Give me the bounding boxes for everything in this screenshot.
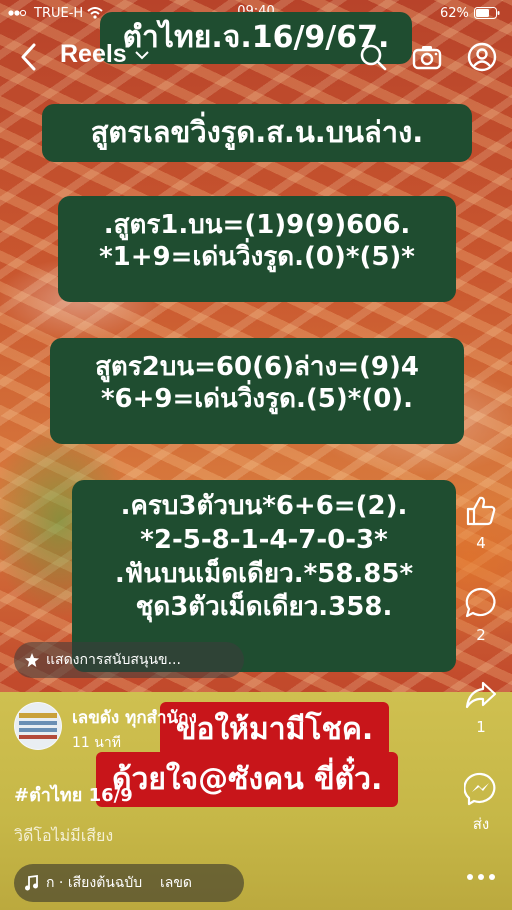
like-button[interactable]: 4	[458, 494, 504, 552]
support-button[interactable]: แสดงการสนับสนุนข...	[14, 642, 244, 678]
profile-icon	[467, 42, 497, 72]
thumbs-up-icon	[466, 496, 496, 526]
send-label: ส่ง	[472, 815, 490, 833]
share-button[interactable]: 1	[458, 678, 504, 736]
overlay-title-text: ตำไทย.จ.16/9/67.	[122, 20, 390, 55]
formula-box-2: สูตร2บน=60(6)ล่าง=(9)4 *6+9=เด่นวิ่งรูด.…	[50, 338, 464, 444]
formula-2-line-2: *6+9=เด่นวิ่งรูด.(5)*(0).	[100, 383, 414, 414]
formula-1-line-2: *1+9=เด่นวิ่งรูด.(0)*(5)*	[99, 241, 415, 272]
more-dots-icon	[467, 874, 495, 880]
signal-icon	[8, 9, 30, 17]
post-caption[interactable]: #ตำไทย 16/9	[14, 780, 133, 809]
profile-button[interactable]	[465, 40, 499, 74]
battery-percent: 62%	[440, 5, 469, 21]
comment-count: 2	[476, 626, 486, 644]
camera-button[interactable]	[410, 40, 444, 74]
formula-3-line-4: ชุด3ตัวเม็ดเดียว.358.	[135, 592, 393, 623]
status-battery: 62%	[440, 4, 500, 22]
camera-icon	[412, 46, 442, 70]
back-button[interactable]	[12, 40, 46, 74]
post-time: 11 นาที	[72, 735, 121, 751]
send-button[interactable]: ส่ง	[458, 772, 504, 836]
overlay-heading-text: สูตรเลขวิ่งรูด.ส.น.บนล่าง.	[90, 115, 424, 149]
header-title: Reels	[60, 40, 127, 68]
comment-icon	[465, 587, 496, 618]
search-icon	[360, 44, 387, 71]
share-icon	[465, 681, 497, 709]
messenger-icon	[463, 772, 496, 806]
status-carrier: TRUE-H	[8, 4, 103, 22]
formula-3-line-1: .ครบ3ตัวบน*6+6=(2).	[120, 491, 408, 521]
audio-text: ก · เสียงต้นฉบับ เลขด	[46, 875, 192, 891]
formula-3-line-3: .ฟันบนเม็ดเดียว.*58.85*	[114, 558, 414, 589]
author-name[interactable]: เลขดัง ทุกสำนักง	[72, 704, 197, 731]
like-count: 4	[476, 534, 486, 552]
more-button[interactable]	[458, 866, 504, 885]
overlay-heading: สูตรเลขวิ่งรูด.ส.น.บนล่าง.	[42, 104, 472, 162]
no-audio-label: วิดีโอไม่มีเสียง	[14, 826, 114, 845]
support-star-icon	[25, 653, 39, 667]
share-count: 1	[476, 718, 486, 736]
comment-button[interactable]: 2	[458, 586, 504, 644]
chevron-down-icon	[135, 50, 149, 59]
formula-1-line-1: .สูตร1.บน=(1)9(9)606.	[103, 210, 411, 240]
music-note-icon	[25, 875, 38, 891]
audio-button[interactable]: ก · เสียงต้นฉบับ เลขด	[14, 864, 244, 902]
formula-2-line-1: สูตร2บน=60(6)ล่าง=(9)4	[95, 352, 419, 382]
chevron-left-icon	[21, 43, 36, 71]
formula-box-1: .สูตร1.บน=(1)9(9)606. *1+9=เด่นวิ่งรูด.(…	[58, 196, 456, 302]
formula-3-line-2: *2-5-8-1-4-7-0-3*	[140, 524, 388, 555]
reels-header[interactable]: Reels	[60, 40, 149, 69]
battery-icon	[473, 7, 500, 19]
support-text: แสดงการสนับสนุนข...	[46, 652, 181, 668]
author-avatar[interactable]	[14, 702, 62, 750]
overlay-banner-2: ด้วยใจ@ซังคน ขี่ตั๋ว.	[96, 752, 399, 807]
search-button[interactable]	[356, 40, 390, 74]
carrier-label: TRUE-H	[34, 5, 84, 21]
